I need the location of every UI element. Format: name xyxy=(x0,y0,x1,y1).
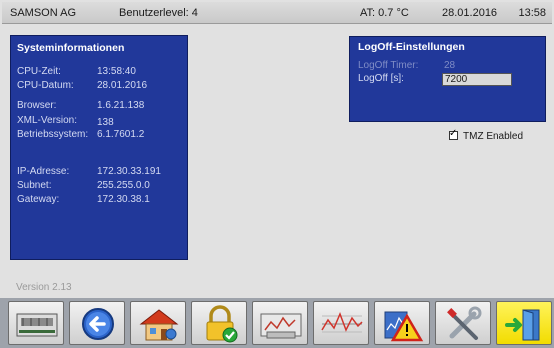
os-value: 6.1.7601.2 xyxy=(97,129,145,140)
ip-address-label: IP-Adresse: xyxy=(17,166,70,177)
alarm-warning-icon xyxy=(384,311,424,342)
back-arrow-icon xyxy=(82,308,114,340)
trend-chart-button[interactable] xyxy=(313,301,369,345)
logout-button[interactable] xyxy=(496,301,552,345)
cpu-date-value: 28.01.2016 xyxy=(97,80,148,91)
xml-version-value: 138 xyxy=(97,117,114,128)
logoff-settings-panel: LogOff-Einstellungen LogOff Timer: 28 Lo… xyxy=(349,36,546,122)
subnet-label: Subnet: xyxy=(17,180,52,191)
settings-tools-button[interactable] xyxy=(435,301,491,345)
os-label: Betriebssystem: xyxy=(17,129,89,140)
status-header: SAMSON AG Benutzerlevel: 4 AT: 0.7 °C 28… xyxy=(2,2,552,24)
trend-chart-icon xyxy=(321,311,363,333)
user-level: Benutzerlevel: 4 xyxy=(119,7,198,19)
version-label: Version 2.13 xyxy=(16,282,72,293)
gateway-label: Gateway: xyxy=(17,194,60,205)
home-icon xyxy=(139,309,179,341)
back-button[interactable] xyxy=(69,301,125,345)
gateway-value: 172.30.38.1 xyxy=(97,194,150,205)
logoff-seconds-input[interactable]: 7200 xyxy=(442,73,512,86)
header-time: 13:58 xyxy=(518,7,546,19)
checkbox-icon[interactable] xyxy=(449,128,458,140)
trend-monitor-button[interactable] xyxy=(252,301,308,345)
trend-monitor-icon xyxy=(260,313,302,339)
tmz-enabled-label: TMZ Enabled xyxy=(463,131,524,142)
ip-address-value: 172.30.33.191 xyxy=(97,166,161,177)
logout-door-icon xyxy=(505,309,540,341)
outside-temperature: AT: 0.7 °C xyxy=(360,7,409,19)
device-overview-button[interactable] xyxy=(8,301,64,345)
system-info-title: Systeminformationen xyxy=(17,42,125,54)
system-info-panel: Systeminformationen CPU-Zeit: 13:58:40 C… xyxy=(10,35,188,260)
tmz-enabled-checkbox[interactable]: TMZ Enabled xyxy=(449,128,524,142)
browser-value: 1.6.21.138 xyxy=(97,100,145,111)
cpu-date-label: CPU-Datum: xyxy=(17,80,74,91)
xml-version-label: XML-Version: xyxy=(17,115,78,126)
subnet-value: 255.255.0.0 xyxy=(97,180,150,191)
browser-label: Browser: xyxy=(17,100,57,111)
logoff-title: LogOff-Einstellungen xyxy=(358,41,465,53)
tools-icon xyxy=(447,306,482,340)
company-name: SAMSON AG xyxy=(10,7,77,19)
login-lock-button[interactable] xyxy=(191,301,247,345)
header-date: 28.01.2016 xyxy=(442,7,498,19)
logoff-seconds-label: LogOff [s]: xyxy=(358,73,404,84)
bottom-toolbar xyxy=(0,298,554,348)
logoff-timer-value: 28 xyxy=(444,60,456,71)
alarm-button[interactable] xyxy=(374,301,430,345)
cpu-time-value: 13:58:40 xyxy=(97,66,136,77)
hmi-screen: SAMSON AG Benutzerlevel: 4 AT: 0.7 °C 28… xyxy=(0,0,554,348)
controller-device-icon xyxy=(16,313,58,337)
lock-check-icon xyxy=(206,305,238,343)
home-button[interactable] xyxy=(130,301,186,345)
cpu-time-label: CPU-Zeit: xyxy=(17,66,61,77)
logoff-timer-label: LogOff Timer: xyxy=(358,60,419,71)
